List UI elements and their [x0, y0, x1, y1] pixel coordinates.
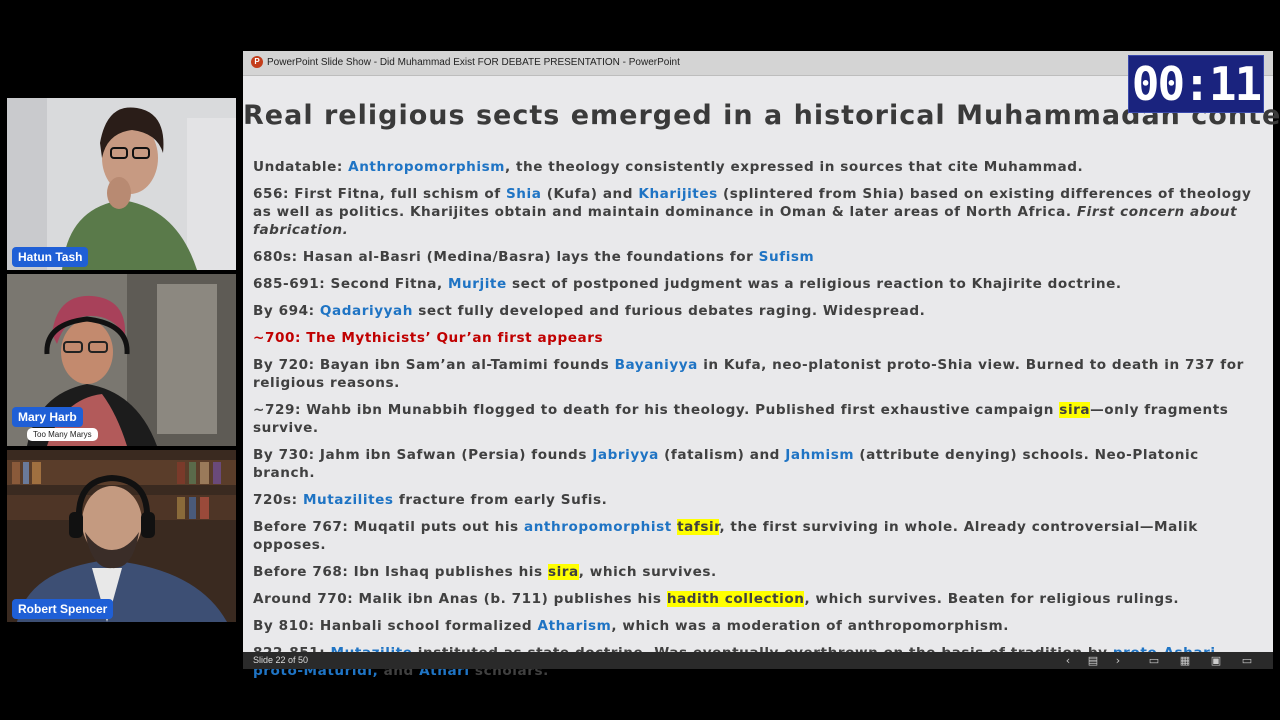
slide-bullet: ~729: Wahb ibn Munabbih flogged to death… [253, 401, 1261, 437]
text-run: By 720: Bayan ibn Sam’an al-Tamimi found… [253, 357, 615, 373]
text-run: ~700: The Mythicists’ Qur’an first appea… [253, 330, 604, 346]
text-run: , which survives. Beaten for religious r… [804, 591, 1180, 607]
text-run: Mutazilites [302, 492, 394, 508]
slide-bullet: 685-691: Second Fitna, Murjite sect of p… [253, 275, 1261, 293]
text-run: sect fully developed and furious debates… [412, 303, 926, 319]
slide-bullet: 656: First Fitna, full schism of Shia (K… [253, 185, 1261, 239]
slideshow-status-bar: Slide 22 of 50 ‹ ▤ › ▭ ▦ ▣ ▭ [243, 652, 1273, 669]
slide-counter: Slide 22 of 50 [253, 655, 309, 665]
chevron-left-icon[interactable]: ‹ [1061, 654, 1075, 667]
text-run: 656: First Fitna, full schism of [253, 186, 506, 202]
slide-bullet: ~700: The Mythicists’ Qur’an first appea… [253, 329, 1261, 347]
slide-bullet: Before 768: Ibn Ishaq publishes his sira… [253, 563, 1261, 581]
participant-name-label: Robert Spencer [12, 599, 114, 619]
text-run: anthropomorphist [523, 519, 672, 535]
chevron-right-icon[interactable]: › [1111, 654, 1125, 667]
slide-bullet: Undatable: Anthropomorphism, the theolog… [253, 158, 1261, 176]
text-run: 680s: Hasan al-Basri (Medina/Basra) lays… [253, 249, 759, 265]
countdown-timer: 00:11 [1128, 55, 1264, 113]
participant-subtitle-label: Too Many Marys [27, 428, 98, 441]
video-feed [7, 98, 236, 270]
slide-bullet: By 730: Jahm ibn Safwan (Persia) founds … [253, 446, 1261, 482]
timer-display: 00:11 [1131, 57, 1262, 111]
text-run: Qadariyyah [319, 303, 413, 319]
text-run: Before 768: Ibn Ishaq publishes his [253, 564, 548, 580]
window-titlebar: P PowerPoint Slide Show - Did Muhammad E… [243, 51, 1273, 76]
text-run: Kharijites [638, 186, 718, 202]
text-run: hadith collection [666, 591, 805, 607]
powerpoint-window: P PowerPoint Slide Show - Did Muhammad E… [243, 51, 1280, 679]
text-run: Jahmism [785, 447, 855, 463]
slide-bullet: By 810: Hanbali school formalized Athari… [253, 617, 1261, 635]
text-run: sira [1059, 402, 1091, 418]
participant-tile-robert[interactable]: Robert Spencer [7, 450, 236, 622]
text-run: sect of postponed judgment was a religio… [506, 276, 1122, 292]
slide-sorter-icon[interactable]: ▦ [1178, 654, 1192, 667]
text-run: (Kufa) and [541, 186, 639, 202]
participant-tile-mary[interactable]: Mary Harb Too Many Marys [7, 274, 236, 446]
slide-bullet: 720s: Mutazilites fracture from early Su… [253, 491, 1261, 509]
text-run: , the theology consistently expressed in… [504, 159, 1084, 175]
slide-body: Undatable: Anthropomorphism, the theolog… [253, 158, 1261, 689]
video-feed [7, 450, 236, 622]
text-run: 685-691: Second Fitna, [253, 276, 448, 292]
slide-bullet: By 694: Qadariyyah sect fully developed … [253, 302, 1261, 320]
text-run: ~729: Wahb ibn Munabbih flogged to death… [253, 402, 1060, 418]
text-run: fracture from early Sufis. [393, 492, 608, 508]
slideshow-icon[interactable]: ▭ [1240, 654, 1254, 667]
slide-menu-icon[interactable]: ▤ [1086, 654, 1100, 667]
text-run: Bayaniyya [614, 357, 698, 373]
text-run: Around 770: Malik ibn Anas (b. 711) publ… [253, 591, 667, 607]
text-run: (fatalism) and [658, 447, 786, 463]
participant-name-label: Mary Harb [12, 407, 83, 427]
slide-bullet: 680s: Hasan al-Basri (Medina/Basra) lays… [253, 248, 1261, 266]
participant-name-label: Hatun Tash [12, 247, 89, 267]
text-run: By 730: Jahm ibn Safwan (Persia) founds [253, 447, 593, 463]
normal-view-icon[interactable]: ▭ [1147, 654, 1161, 667]
text-run: , which survives. [578, 564, 717, 580]
powerpoint-icon: P [251, 56, 263, 68]
slide[interactable]: Real religious sects emerged in a histor… [243, 76, 1280, 679]
text-run: By 694: [253, 303, 320, 319]
text-run: , which was a moderation of anthropomorp… [611, 618, 1009, 634]
text-run: 720s: [253, 492, 303, 508]
text-run: Before 767: Muqatil puts out his [253, 519, 524, 535]
text-run: Sufism [758, 249, 815, 265]
text-run: Atharism [537, 618, 612, 634]
slide-title: Real religious sects emerged in a histor… [243, 100, 1280, 131]
slide-bullet: Around 770: Malik ibn Anas (b. 711) publ… [253, 590, 1261, 608]
text-run: By 810: Hanbali school formalized [253, 618, 538, 634]
text-run: Undatable: [253, 159, 349, 175]
slide-bullet: By 720: Bayan ibn Sam’an al-Tamimi found… [253, 356, 1261, 392]
text-run: Murjite [447, 276, 507, 292]
text-run: Anthropomorphism [348, 159, 505, 175]
text-run: Jabriyya [592, 447, 659, 463]
participant-tile-hatun[interactable]: Hatun Tash [7, 98, 236, 270]
text-run: tafsir [677, 519, 720, 535]
slide-bullet: Before 767: Muqatil puts out his anthrop… [253, 518, 1261, 554]
text-run: sira [547, 564, 579, 580]
reading-view-icon[interactable]: ▣ [1209, 654, 1223, 667]
window-title: PowerPoint Slide Show - Did Muhammad Exi… [267, 57, 680, 68]
text-run: Shia [505, 186, 542, 202]
